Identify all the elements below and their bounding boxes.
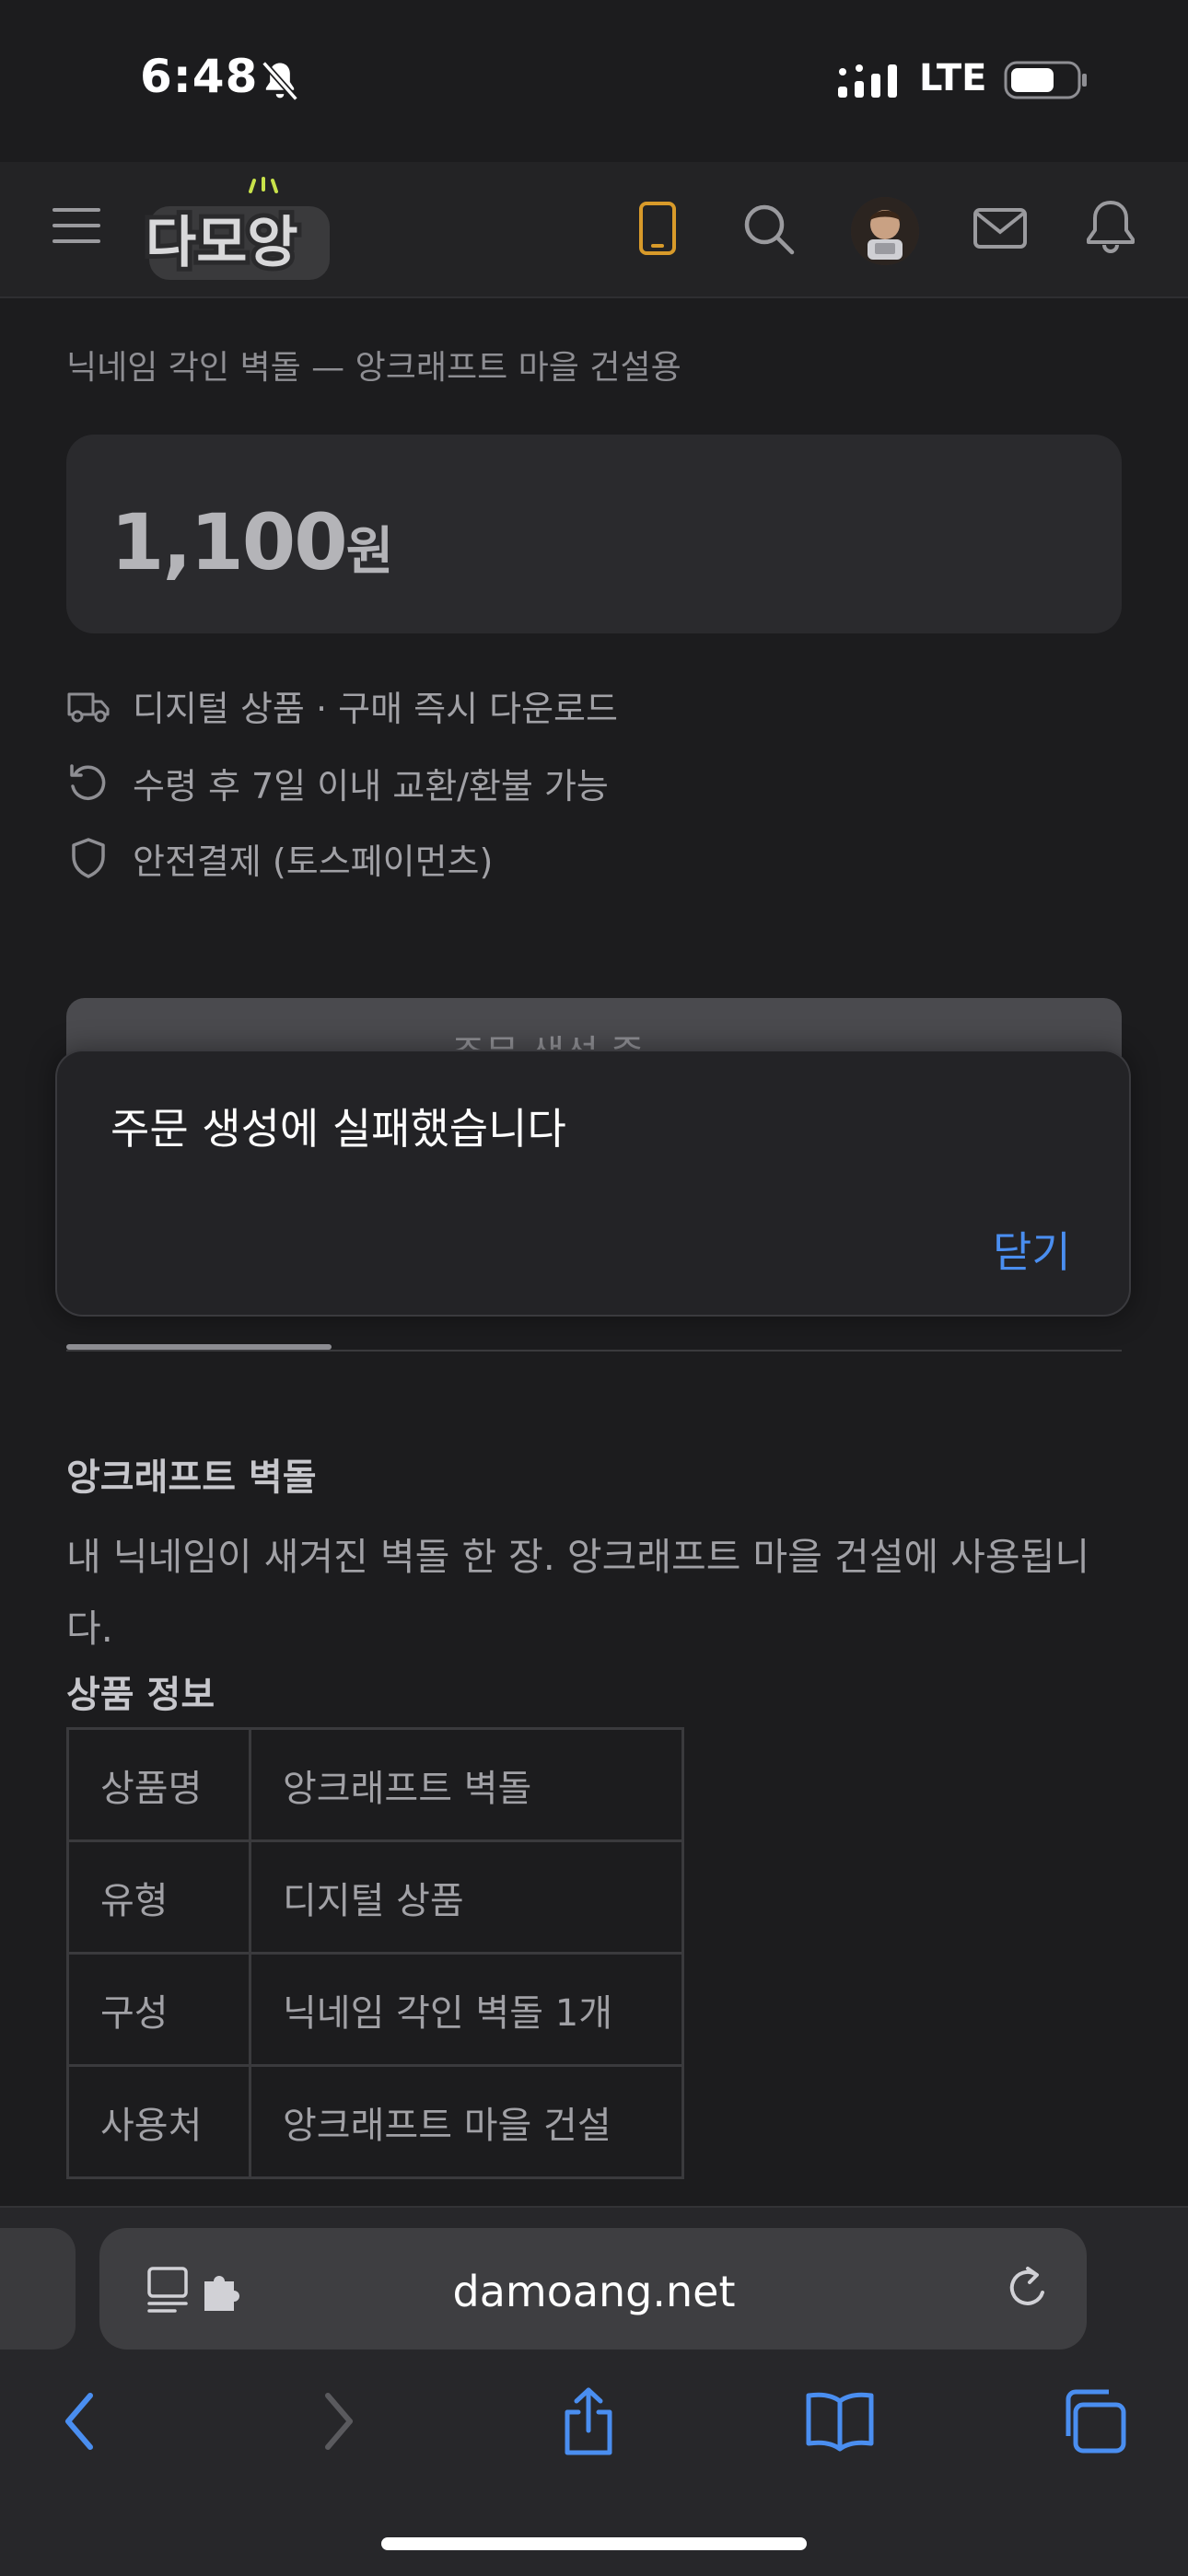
product-subtitle: 닉네임 각인 벽돌 — 앙크래프트 마을 건설용: [66, 349, 681, 387]
return-icon: [70, 764, 106, 800]
table-row: 구성 닉네임 각인 벽돌 1개: [66, 1952, 684, 2067]
tabs-divider: [66, 1350, 1122, 1352]
table-value: 디지털 상품: [249, 1839, 684, 1955]
table-row: 상품명 앙크래프트 벽돌: [66, 1727, 684, 1842]
bell-icon[interactable]: [1083, 197, 1138, 256]
table-key: 사용처: [66, 2064, 251, 2179]
feature-payment: 안전결제 (토스페이먼츠): [66, 830, 895, 886]
feature-text: 디지털 상품 · 구매 즉시 다운로드: [133, 688, 618, 729]
product-info-table: 상품명 앙크래프트 벽돌 유형 디지털 상품 구성 닉네임 각인 벽돌 1개 사…: [66, 1727, 684, 2179]
table-key: 구성: [66, 1952, 251, 2067]
home-indicator: [381, 2537, 807, 2550]
share-icon[interactable]: [556, 2386, 621, 2456]
error-dialog: [55, 1050, 1131, 1317]
table-row: 사용처 앙크래프트 마을 건설: [66, 2064, 684, 2179]
table-value: 닉네임 각인 벽돌 1개: [249, 1952, 684, 2067]
table-value: 앙크래프트 마을 건설: [249, 2064, 684, 2179]
table-key: 상품명: [66, 1727, 251, 1842]
feature-text: 수령 후 7일 이내 교환/환불 가능: [133, 765, 609, 806]
cellular-signal-icon: [838, 64, 897, 98]
table-value: 앙크래프트 벽돌: [249, 1727, 684, 1842]
section-title: 앙크래프트 벽돌: [66, 1456, 317, 1499]
svg-text:다모앙: 다모앙: [146, 211, 298, 275]
menu-icon[interactable]: [52, 204, 101, 247]
price-value: 1,100: [111, 497, 348, 587]
dialog-message: 주문 생성에 실패했습니다: [111, 1104, 566, 1154]
avatar[interactable]: [851, 197, 919, 265]
product-description: 내 닉네임이 새겨진 벽돌 한 장. 앙크래프트 마을 건설에 사용됩니다.: [66, 1535, 1090, 1651]
site-logo[interactable]: 다모앙 다모앙: [136, 175, 339, 285]
logo-mark: 다모앙 다모앙: [141, 177, 330, 280]
tabs-icon[interactable]: [1059, 2386, 1129, 2456]
feature-text: 안전결제 (토스페이먼츠): [133, 841, 494, 882]
truck-icon: [67, 692, 110, 723]
feature-digital: 디지털 상품 · 구매 즉시 다운로드: [66, 678, 895, 733]
info-title: 상품 정보: [66, 1674, 215, 1716]
forward-icon[interactable]: [315, 2386, 361, 2456]
tab-active-indicator[interactable]: [66, 1344, 332, 1350]
bookmarks-icon[interactable]: [805, 2386, 875, 2456]
price-unit: 원: [345, 522, 394, 582]
shield-icon: [72, 838, 105, 878]
table-key: 유형: [66, 1839, 251, 1955]
battery-icon: [1004, 61, 1087, 99]
network-type: LTE: [919, 57, 987, 99]
reload-icon[interactable]: [1004, 2263, 1052, 2315]
mail-icon[interactable]: [973, 206, 1028, 250]
search-icon[interactable]: [740, 201, 796, 256]
price: 1,100원: [111, 497, 394, 587]
back-icon[interactable]: [57, 2386, 103, 2456]
status-time: 6:48: [140, 50, 259, 103]
phone-icon[interactable]: [635, 201, 680, 256]
dialog-close-button[interactable]: 닫기: [993, 1219, 1071, 1280]
feature-refund: 수령 후 7일 이내 교환/환불 가능: [66, 755, 895, 810]
bell-slash-icon: [262, 61, 298, 101]
avatar-image: [851, 197, 919, 265]
table-row: 유형 디지털 상품: [66, 1839, 684, 1955]
